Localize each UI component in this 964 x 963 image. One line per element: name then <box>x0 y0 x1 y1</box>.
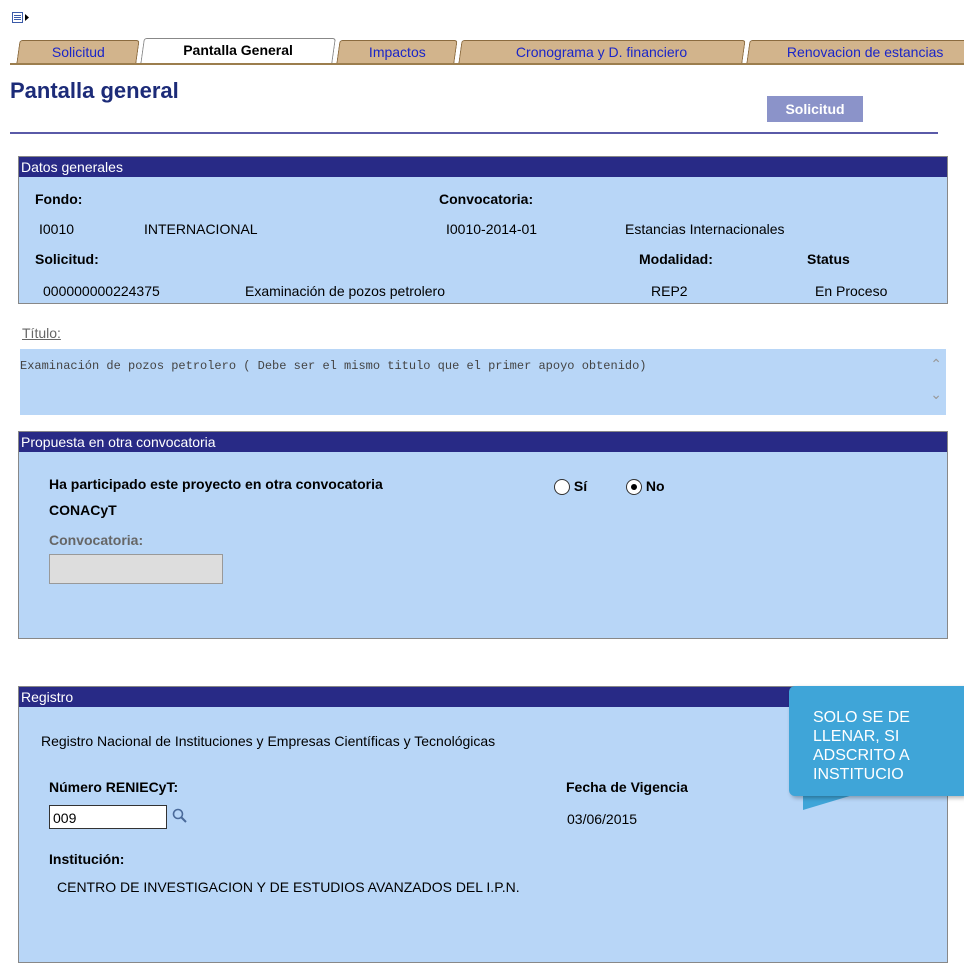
status-value: En Proceso <box>815 283 888 299</box>
fecha-vigencia-value: 03/06/2015 <box>567 811 638 827</box>
callout-line: ADSCRITO A <box>813 747 910 764</box>
callout-note: SOLO SE DE LLENAR, SI ADSCRITO A INSTITU… <box>789 686 964 796</box>
convocatoria-label: Convocatoria: <box>439 191 534 207</box>
modalidad-label: Modalidad: <box>639 251 713 267</box>
propuesta-header: Propuesta en otra convocatoria <box>19 432 947 452</box>
radio-si-option[interactable]: Sí <box>554 478 588 496</box>
radio-no-option[interactable]: No <box>626 478 665 496</box>
tab-renovacion[interactable]: Renovacion de estancias <box>746 40 964 63</box>
fondo-code: I0010 <box>39 221 75 237</box>
solicitud-number: 000000000224375 <box>43 283 160 299</box>
tab-cronograma[interactable]: Cronograma y D. financiero <box>458 40 746 63</box>
convocatoria-name: Estancias Internacionales <box>625 221 785 237</box>
convocatoria-code: I0010-2014-01 <box>446 221 538 237</box>
callout-line: SOLO SE DE <box>813 709 910 726</box>
tab-solicitud[interactable]: Solicitud <box>16 40 140 63</box>
convocatoria-field-label: Convocatoria: <box>49 532 144 548</box>
solicitud-title: Examinación de pozos petrolero <box>245 283 446 299</box>
titulo-label: Título: <box>22 325 61 341</box>
registro-description: Registro Nacional de Instituciones y Emp… <box>41 733 496 749</box>
convocatoria-input[interactable] <box>49 554 223 584</box>
fondo-name: INTERNACIONAL <box>144 221 258 237</box>
callout-line: INSTITUCIO <box>813 766 904 783</box>
institucion-value: CENTRO DE INVESTIGACION Y DE ESTUDIOS AV… <box>57 879 520 895</box>
propuesta-panel: Propuesta en otra convocatoria Ha partic… <box>18 431 948 639</box>
callout-line: LLENAR, SI <box>813 728 900 745</box>
tab-bar: Solicitud Pantalla General Impactos Cron… <box>16 38 964 65</box>
search-icon[interactable] <box>171 807 189 825</box>
datos-generales-panel: Datos generales Fondo: Convocatoria: I00… <box>18 156 948 304</box>
institucion-label: Institución: <box>49 851 125 867</box>
title-divider <box>10 132 938 134</box>
menu-icon[interactable] <box>12 12 30 24</box>
page-title: Pantalla general <box>10 78 179 103</box>
titulo-value: Examinación de pozos petrolero ( Debe se… <box>20 359 647 373</box>
reniecyt-input[interactable]: 009 <box>49 805 167 829</box>
fondo-label: Fondo: <box>35 191 83 207</box>
modalidad-value: REP2 <box>651 283 688 299</box>
radio-si[interactable] <box>554 479 570 496</box>
fecha-vigencia-label: Fecha de Vigencia <box>566 779 688 795</box>
status-label: Status <box>807 251 850 267</box>
participation-question-cont: CONACyT <box>49 502 117 518</box>
tab-pantalla-general[interactable]: Pantalla General <box>140 38 336 65</box>
titulo-textarea[interactable]: Examinación de pozos petrolero ( Debe se… <box>20 349 946 415</box>
solicitud-label: Solicitud: <box>35 251 99 267</box>
tab-impactos[interactable]: Impactos <box>336 40 458 63</box>
callout-text: SOLO SE DE LLENAR, SI ADSCRITO A INSTITU… <box>813 708 910 784</box>
participation-question: Ha participado este proyecto en otra con… <box>49 476 383 492</box>
datos-generales-header: Datos generales <box>19 157 947 177</box>
scroll-down-icon[interactable]: ⌄ <box>930 387 942 404</box>
reniecyt-label: Número RENIECyT: <box>49 779 179 795</box>
solicitud-button[interactable]: Solicitud <box>767 96 863 122</box>
radio-no[interactable] <box>626 479 642 496</box>
tab-underline <box>10 63 964 65</box>
radio-si-label: Sí <box>573 478 588 494</box>
radio-no-label: No <box>645 478 665 494</box>
scroll-up-icon[interactable]: ⌃ <box>930 357 942 374</box>
